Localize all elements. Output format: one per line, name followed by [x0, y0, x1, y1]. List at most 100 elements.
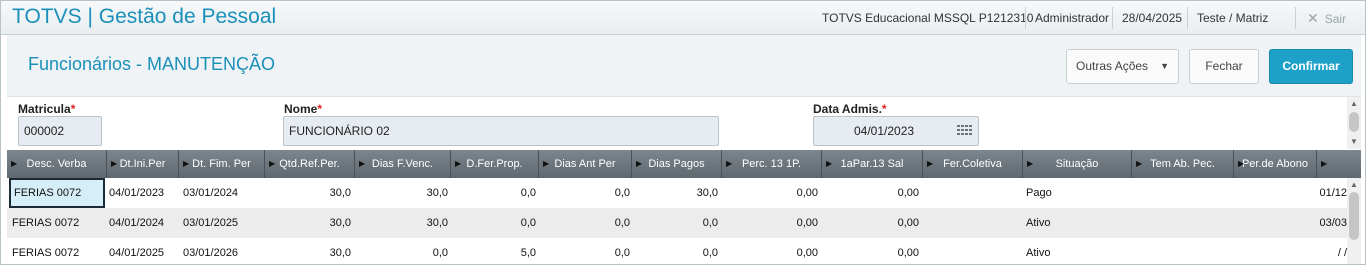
grid-cell[interactable] [1135, 208, 1233, 238]
triangle-right-icon: ▶ [1136, 159, 1143, 168]
grid-cell[interactable]: 0,0 [355, 238, 448, 264]
grid-cell[interactable]: 30,0 [355, 208, 448, 238]
grid-cell[interactable]: 01/12 [1234, 178, 1347, 208]
scroll-up-icon[interactable]: ▲ [1350, 180, 1358, 189]
scroll-up-icon[interactable]: ▲ [1350, 99, 1358, 108]
confirm-button[interactable]: Confirmar [1269, 49, 1353, 84]
grid-cell[interactable]: 0,0 [451, 208, 536, 238]
grid-cell[interactable]: 0,0 [632, 208, 718, 238]
grid-cell[interactable]: 04/01/2025 [109, 238, 179, 264]
column-header[interactable]: ▶ Fer.Coletiva [923, 150, 1023, 178]
exit-button[interactable]: ✕ Sair [1307, 1, 1346, 35]
grid-cell[interactable] [925, 178, 1021, 208]
grid-cell[interactable] [925, 238, 1021, 264]
close-button[interactable]: Fechar [1189, 49, 1259, 84]
grid-cell[interactable]: 0,00 [822, 208, 919, 238]
grid-cell[interactable]: 0,0 [632, 238, 718, 264]
grid-cell[interactable]: 0,00 [722, 178, 818, 208]
vacation-grid: ▶ Desc. Verba ▶ Dt.Ini.Per ▶ Dt. Fim. Per ▶… [7, 150, 1361, 264]
app-title: TOTVS | Gestão de Pessoal [12, 5, 277, 28]
column-header[interactable]: ▶ Dias Pagos [632, 150, 722, 178]
triangle-right-icon: ▶ [1238, 159, 1245, 168]
column-header[interactable]: ▶ Desc. Verba [7, 150, 107, 178]
user-label: Administrador [1035, 11, 1110, 25]
grid-cell[interactable]: 30,0 [355, 178, 448, 208]
grid-cell[interactable]: 5,0 [451, 238, 536, 264]
top-bar: TOTVS | Gestão de Pessoal TOTVS Educacio… [1, 1, 1365, 35]
table-row[interactable]: FERIAS 0072 04/01/2023 03/01/2024 30,0 3… [7, 178, 1361, 208]
grid-scrollbar[interactable]: ▲ [1347, 178, 1361, 264]
grid-cell[interactable]: 0,00 [822, 238, 919, 264]
grid-cell[interactable]: 04/01/2024 [109, 208, 179, 238]
grid-cell[interactable]: 0,0 [539, 238, 630, 264]
grid-cell[interactable]: 0,0 [539, 178, 630, 208]
grid-cell[interactable]: 03/01/2025 [183, 208, 263, 238]
column-header[interactable]: ▶ Dias F.Venc. [355, 150, 451, 178]
grid-cell[interactable]: Ativo [1026, 208, 1130, 238]
grid-header: ▶ Desc. Verba ▶ Dt.Ini.Per ▶ Dt. Fim. Per ▶… [7, 150, 1361, 178]
scroll-thumb[interactable] [1349, 192, 1359, 240]
grid-cell[interactable]: 04/01/2023 [109, 178, 179, 208]
data-admis-field[interactable]: 04/01/2023 [813, 116, 979, 146]
nome-field[interactable]: FUNCIONÁRIO 02 [283, 116, 719, 146]
grid-cell[interactable]: FERIAS 0072 [12, 208, 105, 238]
column-header[interactable]: ▶ Per.de Abono [1234, 150, 1317, 178]
triangle-right-icon: ▶ [11, 159, 18, 168]
column-header[interactable]: ▶ Situação [1023, 150, 1132, 178]
matricula-label: Matricula* [18, 102, 76, 116]
grid-cell[interactable]: 03/01/2026 [183, 238, 263, 264]
grid-cell[interactable]: 0,00 [722, 208, 818, 238]
grid-cell[interactable]: Ativo [1026, 238, 1130, 264]
scroll-down-icon[interactable]: ▼ [1350, 137, 1358, 146]
grid-cell[interactable]: 0,00 [822, 178, 919, 208]
grid-cell[interactable]: 30,0 [265, 238, 351, 264]
form-scrollbar[interactable]: ▲ ▼ [1347, 97, 1361, 149]
triangle-right-icon: ▶ [726, 159, 733, 168]
more-actions-label: Outras Ações [1076, 59, 1149, 73]
column-header[interactable]: ▶ Dt.Ini.Per [107, 150, 179, 178]
matricula-field[interactable]: 000002 [18, 116, 102, 146]
scroll-thumb[interactable] [1349, 112, 1359, 132]
triangle-right-icon: ▶ [111, 159, 118, 168]
date-label: 28/04/2025 [1122, 11, 1183, 25]
app-window: TOTVS | Gestão de Pessoal TOTVS Educacio… [0, 0, 1366, 265]
triangle-right-icon: ▶ [826, 159, 833, 168]
column-header[interactable]: ▶ D.Fer.Prop. [451, 150, 539, 178]
column-header[interactable]: ▶ Qtd.Ref.Per. [265, 150, 355, 178]
divider [1112, 7, 1113, 29]
column-header[interactable]: ▶ Tem Ab. Pec. [1132, 150, 1234, 178]
grid-cell[interactable]: 30,0 [265, 178, 351, 208]
environment-label: TOTVS Educacional MSSQL P1212310 [822, 11, 1034, 25]
grid-cell[interactable]: / / [1234, 238, 1347, 264]
column-header[interactable]: ▶ Dt. Fim. Per [179, 150, 265, 178]
grid-cell[interactable] [925, 208, 1021, 238]
data-admis-label: Data Admis.* [813, 102, 887, 116]
grid-cell[interactable]: 30,0 [632, 178, 718, 208]
column-header[interactable]: ▶ Perc. 13 1P. [722, 150, 822, 178]
grid-cell[interactable]: FERIAS 0072 [12, 238, 105, 264]
grid-cell[interactable]: 0,0 [451, 178, 536, 208]
column-header[interactable]: ▶ [1317, 150, 1347, 178]
triangle-right-icon: ▶ [183, 159, 190, 168]
more-actions-button[interactable]: Outras Ações ▼ [1066, 49, 1179, 84]
grid-cell[interactable]: 03/01/2024 [183, 178, 263, 208]
triangle-right-icon: ▶ [455, 159, 462, 168]
grid-cell[interactable]: 30,0 [265, 208, 351, 238]
grid-cell[interactable]: FERIAS 0072 [9, 178, 105, 208]
branch-label[interactable]: Teste / Matriz [1197, 1, 1268, 35]
calendar-icon[interactable] [957, 125, 973, 137]
column-header[interactable]: ▶ Dias Ant Per [539, 150, 632, 178]
grid-cell[interactable]: 0,00 [722, 238, 818, 264]
table-row[interactable]: FERIAS 0072 04/01/2024 03/01/2025 30,0 3… [7, 208, 1361, 238]
grid-cell[interactable]: Pago [1026, 178, 1130, 208]
triangle-right-icon: ▶ [927, 159, 934, 168]
grid-cell[interactable]: 0,0 [539, 208, 630, 238]
nome-label: Nome* [284, 102, 323, 116]
grid-cell[interactable] [1135, 178, 1233, 208]
triangle-right-icon: ▶ [269, 159, 276, 168]
column-header[interactable]: ▶ 1aPar.13 Sal [822, 150, 923, 178]
page-header: Funcionários - MANUTENÇÃO Outras Ações ▼ … [7, 35, 1361, 97]
table-row[interactable]: FERIAS 0072 04/01/2025 03/01/2026 30,0 0… [7, 238, 1361, 264]
grid-cell[interactable] [1135, 238, 1233, 264]
grid-cell[interactable]: 03/03 [1234, 208, 1347, 238]
